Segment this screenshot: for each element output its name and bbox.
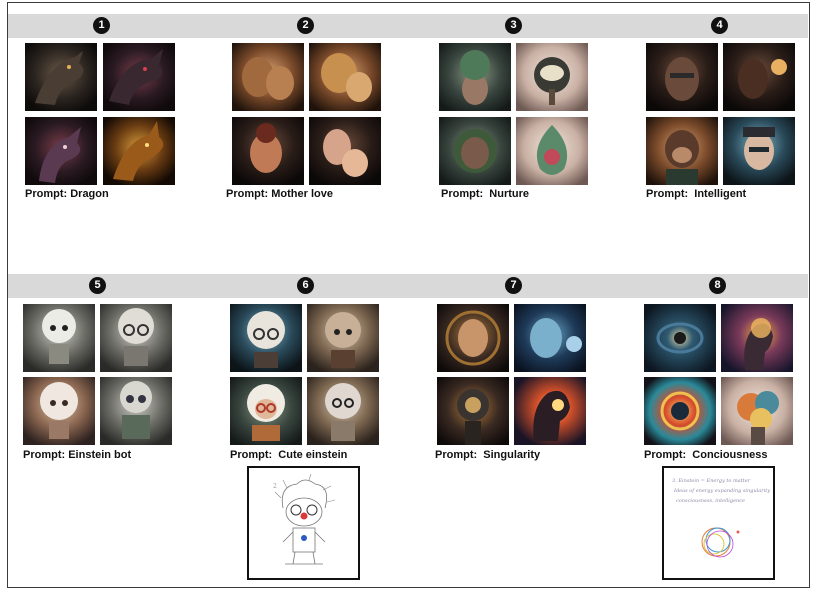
group-number-badge-3: 3 (505, 17, 522, 34)
thumbnail-dragon-2[interactable] (103, 43, 175, 111)
thumbnail-conciousness-2[interactable] (721, 304, 793, 372)
thumbnail-conciousness-3[interactable] (644, 377, 716, 445)
thumbnail-nurture-3[interactable] (439, 117, 511, 185)
thumbnail-singularity-4[interactable] (514, 377, 586, 445)
header-band-row-2 (8, 274, 808, 298)
thumbnail-nurture-1[interactable] (439, 43, 511, 111)
thumbnail-mother-love-3[interactable] (232, 117, 304, 185)
thumbnail-singularity-1[interactable] (437, 304, 509, 372)
thumbnail-conciousness-1[interactable] (644, 304, 716, 372)
prompt-label-5: Prompt: Einstein bot (23, 449, 132, 461)
thumbnail-nurture-2[interactable] (516, 43, 588, 111)
thumbnail-singularity-2[interactable] (514, 304, 586, 372)
group-number-badge-5: 5 (89, 277, 106, 294)
consciousness-sketch: 3. Einstein = Energy to matter Ideas of … (662, 466, 775, 580)
group-number-badge-8: 8 (709, 277, 726, 294)
thumbnail-cute-einstein-1[interactable] (230, 304, 302, 372)
thumbnail-cute-einstein-2[interactable] (307, 304, 379, 372)
thumbnail-einstein-bot-2[interactable] (100, 304, 172, 372)
thumbnail-dragon-4[interactable] (103, 117, 175, 185)
thumbnail-intelligent-3[interactable] (646, 117, 718, 185)
header-band-row-1 (8, 14, 808, 38)
prompt-label-1: Prompt: Dragon (25, 188, 109, 200)
thumbnail-einstein-bot-4[interactable] (100, 377, 172, 445)
thumbnail-intelligent-1[interactable] (646, 43, 718, 111)
thumbnail-einstein-bot-1[interactable] (23, 304, 95, 372)
thumbnail-einstein-bot-3[interactable] (23, 377, 95, 445)
thumbnail-mother-love-1[interactable] (232, 43, 304, 111)
thumbnail-dragon-3[interactable] (25, 117, 97, 185)
group-number-badge-4: 4 (711, 17, 728, 34)
thumbnail-mother-love-2[interactable] (309, 43, 381, 111)
prompt-label-7: Prompt: Singularity (435, 449, 541, 461)
thumbnail-mother-love-4[interactable] (309, 117, 381, 185)
group-number-badge-2: 2 (297, 17, 314, 34)
prompt-label-3: Prompt: Nurture (441, 188, 529, 200)
group-number-badge-1: 1 (93, 17, 110, 34)
prompt-label-8: Prompt: Conciousness (644, 449, 768, 461)
prompt-label-6: Prompt: Cute einstein (230, 449, 348, 461)
thumbnail-dragon-1[interactable] (25, 43, 97, 111)
thumbnail-intelligent-4[interactable] (723, 117, 795, 185)
einstein-robot-sketch: 2 (247, 466, 360, 580)
thumbnail-intelligent-2[interactable] (723, 43, 795, 111)
prompt-label-4: Prompt: Intelligent (646, 188, 747, 200)
svg-text:2: 2 (273, 483, 277, 490)
thumbnail-cute-einstein-3[interactable] (230, 377, 302, 445)
group-number-badge-6: 6 (297, 277, 314, 294)
thumbnail-singularity-3[interactable] (437, 377, 509, 445)
thumbnail-nurture-4[interactable] (516, 117, 588, 185)
thumbnail-cute-einstein-4[interactable] (307, 377, 379, 445)
thumbnail-conciousness-4[interactable] (721, 377, 793, 445)
prompt-label-2: Prompt: Mother love (226, 188, 333, 200)
group-number-badge-7: 7 (505, 277, 522, 294)
